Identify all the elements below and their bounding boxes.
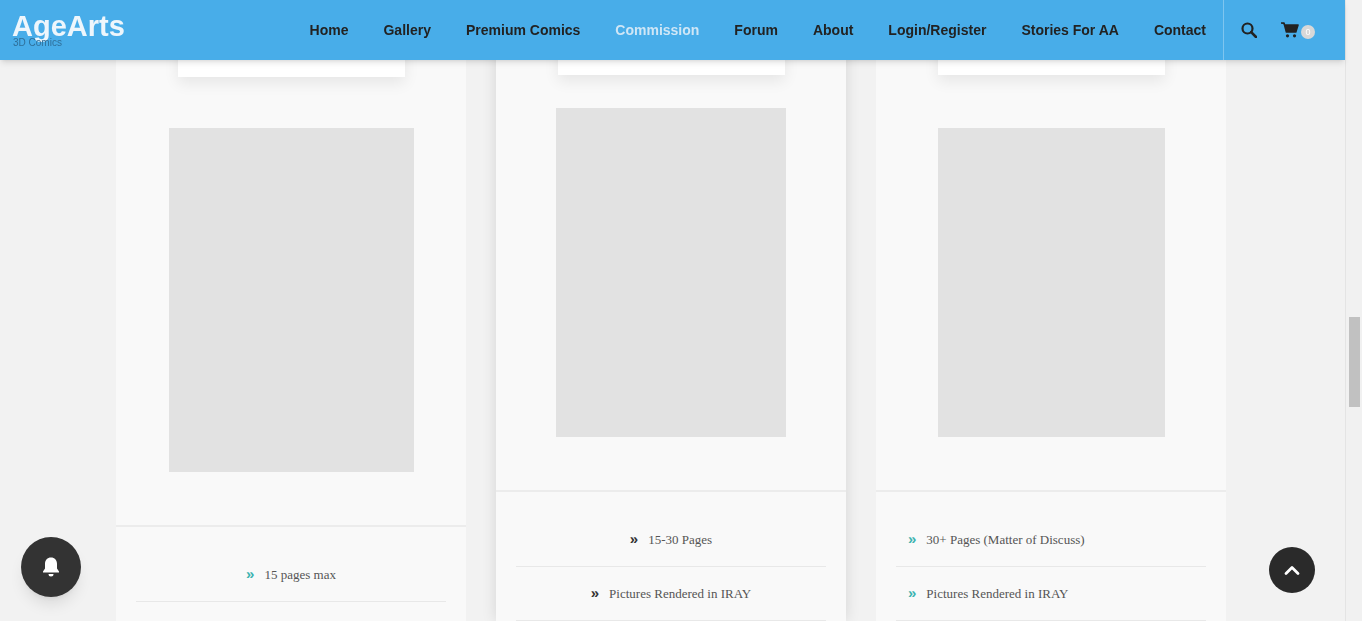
pricing-card: » 15-30 Pages » Pictures Rendered in IRAY [496,0,846,621]
pricing-card: » 15 pages max [116,0,466,621]
bullet-icon: » [630,528,638,551]
scrollbar[interactable] [1345,0,1362,621]
nav-link[interactable]: Stories For AA [1021,20,1119,41]
feature-item: » Pictures Rendered in IRAY [516,567,826,621]
chevron-up-icon [1284,564,1300,576]
pricing-card: » 30+ Pages (Matter of Discuss) » Pictures … [876,0,1226,621]
character-render [556,108,786,437]
logo[interactable]: AgeArts 3D Comics [0,12,125,48]
feature-text: 15-30 Pages [648,530,712,550]
card-divider [496,490,846,492]
feature-item: » 15 pages max [136,548,446,602]
nav-tools: 0 [1223,0,1345,60]
nav-link[interactable]: Commission [615,20,699,41]
bullet-icon: » [591,582,599,605]
feature-text: Pictures Rendered in IRAY [926,584,1068,604]
scroll-top-button[interactable] [1269,547,1315,593]
feature-text: 15 pages max [264,565,335,585]
nav-link[interactable]: About [813,20,853,41]
nav-link[interactable]: Home [310,20,349,41]
feature-item: » 30+ Pages (Matter of Discuss) [896,513,1206,567]
character-render [938,128,1165,437]
nav-link[interactable]: Login/Register [888,20,986,41]
nav-link[interactable]: Forum [734,20,778,41]
notification-button[interactable] [21,537,81,597]
bullet-icon: » [908,582,916,605]
nav-link[interactable]: Contact [1154,20,1206,41]
page-content: » 15 pages max » 15-30 Pages » Pictures Rende… [0,0,1345,621]
feature-item: » 15-30 Pages [516,513,826,567]
search-icon[interactable] [1241,22,1257,38]
logo-subtitle: 3D Comics [12,38,125,48]
feature-list: » 15 pages max [116,527,466,602]
nav-link[interactable]: Gallery [383,20,430,41]
feature-list: » 30+ Pages (Matter of Discuss) » Pictures … [876,492,1226,621]
feature-text: 30+ Pages (Matter of Discuss) [926,530,1084,550]
feature-item: » Pictures Rendered in IRAY [896,567,1206,621]
nav-link[interactable]: Premium Comics [466,20,580,41]
main-menu: Home Gallery Premium Comics Commission Forum… [310,20,1206,41]
cart-icon[interactable] [1281,22,1299,38]
cart-badge: 0 [1301,25,1315,39]
feature-list: » 15-30 Pages » Pictures Rendered in IRAY [496,492,846,621]
bullet-icon: » [246,563,254,586]
bullet-icon: » [908,528,916,551]
bell-icon [41,556,61,578]
logo-title[interactable]: AgeArts [12,12,125,41]
cart[interactable]: 0 [1281,21,1315,39]
scrollbar-thumb[interactable] [1349,317,1360,407]
card-divider [876,490,1226,492]
card-divider [116,525,466,527]
feature-text: Pictures Rendered in IRAY [609,584,751,604]
character-render [169,128,414,472]
top-nav: AgeArts 3D Comics Home Gallery Premium Com… [0,0,1345,60]
